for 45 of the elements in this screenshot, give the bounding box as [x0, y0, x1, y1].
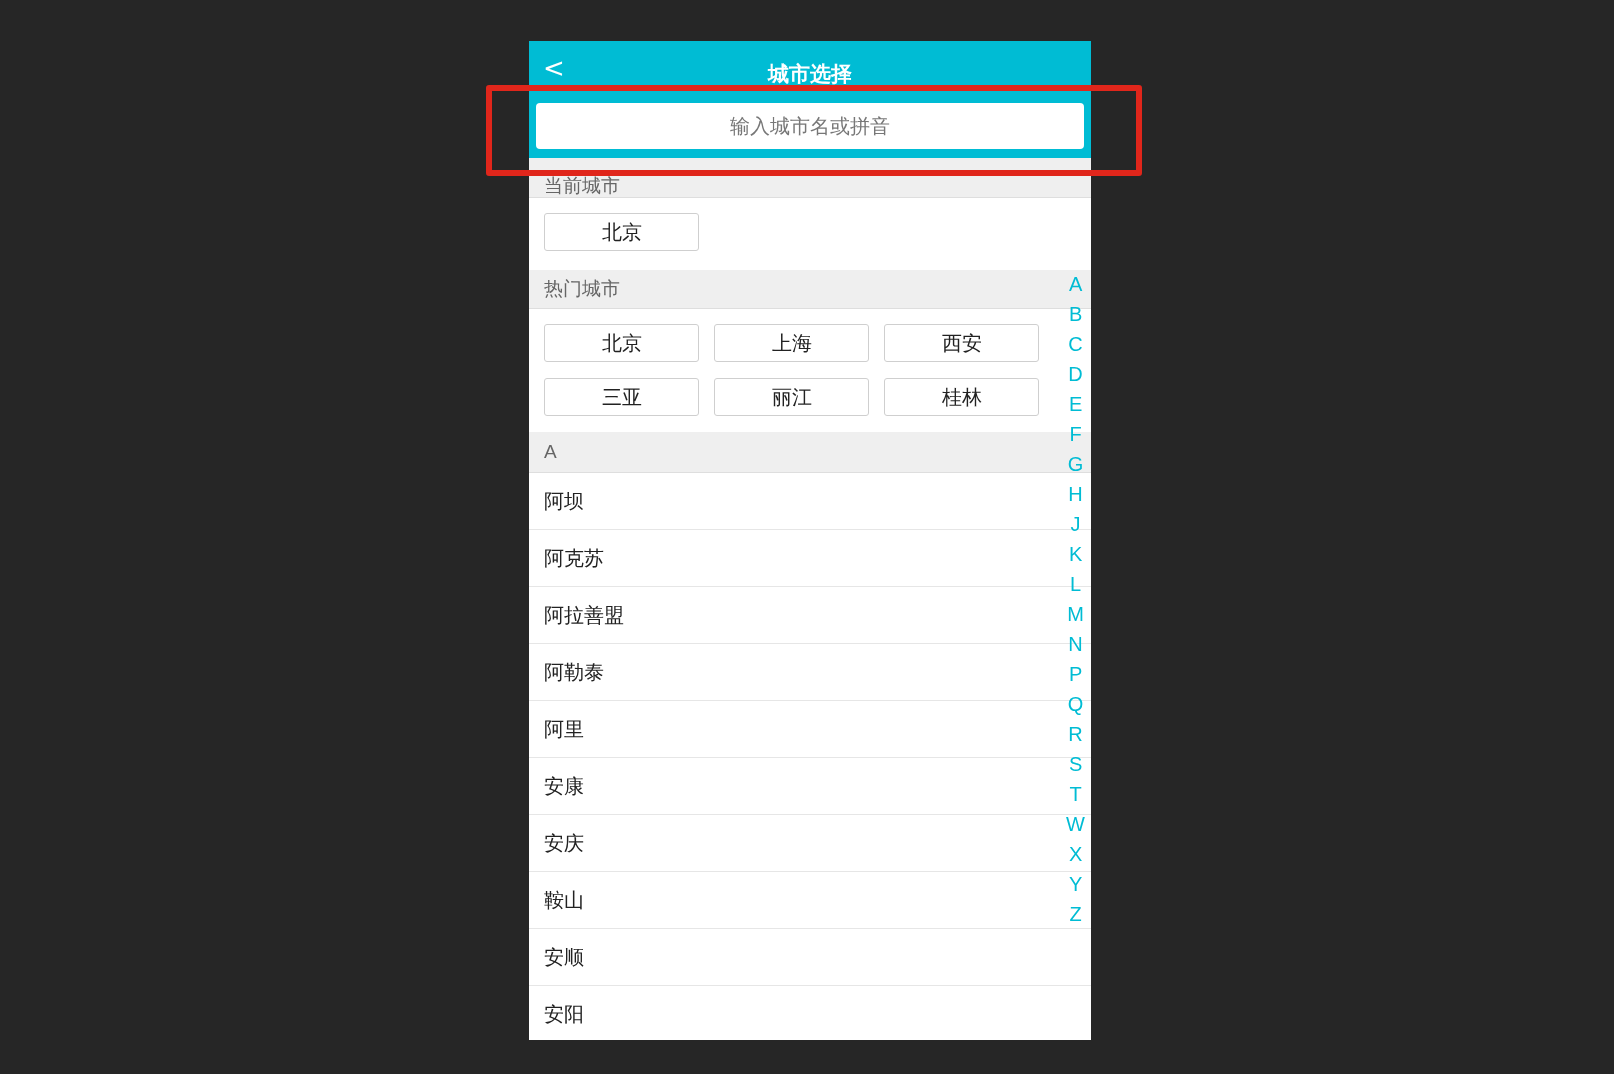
index-letter[interactable]: C: [1068, 329, 1083, 359]
city-button[interactable]: 北京: [544, 213, 699, 251]
index-letter[interactable]: N: [1068, 629, 1083, 659]
city-list-item[interactable]: 安康: [529, 758, 1049, 814]
index-letter[interactable]: S: [1068, 749, 1083, 779]
city-list-item[interactable]: 安阳: [529, 986, 1049, 1040]
city-list-item[interactable]: 阿克苏: [529, 530, 1049, 586]
index-letter[interactable]: Y: [1068, 869, 1083, 899]
index-letter[interactable]: B: [1068, 299, 1083, 329]
city-list-item[interactable]: 安顺: [529, 929, 1049, 985]
index-letter[interactable]: F: [1069, 419, 1082, 449]
search-field[interactable]: 输入城市名或拼音: [536, 103, 1084, 149]
index-letter[interactable]: Z: [1069, 899, 1082, 929]
section-header: 当前城市: [544, 176, 620, 196]
city-list-item[interactable]: 阿拉善盟: [529, 587, 1049, 643]
index-letter[interactable]: D: [1068, 359, 1083, 389]
index-letter[interactable]: L: [1070, 569, 1082, 599]
back-button[interactable]: <: [543, 55, 565, 81]
city-button[interactable]: 三亚: [544, 378, 699, 416]
index-letter[interactable]: M: [1067, 599, 1084, 629]
city-button[interactable]: 上海: [714, 324, 869, 362]
index-letter[interactable]: T: [1069, 779, 1082, 809]
index-letter[interactable]: P: [1068, 659, 1083, 689]
city-list-item[interactable]: 阿勒泰: [529, 644, 1049, 700]
city-list-item[interactable]: 安庆: [529, 815, 1049, 871]
index-letter[interactable]: E: [1068, 389, 1083, 419]
index-letter[interactable]: K: [1068, 539, 1083, 569]
index-letter[interactable]: W: [1066, 809, 1085, 839]
section-header: A: [544, 442, 557, 462]
city-list-item[interactable]: 鞍山: [529, 872, 1049, 928]
index-letter[interactable]: A: [1068, 269, 1083, 299]
city-button[interactable]: 西安: [884, 324, 1039, 362]
index-letter[interactable]: J: [1070, 509, 1081, 539]
index-letter[interactable]: R: [1068, 719, 1083, 749]
city-button[interactable]: 桂林: [884, 378, 1039, 416]
index-letter[interactable]: Q: [1067, 689, 1084, 719]
page-title: 城市选择: [768, 63, 852, 85]
index-letter[interactable]: H: [1068, 479, 1083, 509]
city-button[interactable]: 丽江: [714, 378, 869, 416]
city-button[interactable]: 北京: [544, 324, 699, 362]
city-list-item[interactable]: 阿里: [529, 701, 1049, 757]
index-letter[interactable]: G: [1067, 449, 1084, 479]
section-header: 热门城市: [544, 279, 620, 299]
index-letter[interactable]: X: [1068, 839, 1083, 869]
city-list-item[interactable]: 阿坝: [529, 473, 1049, 529]
